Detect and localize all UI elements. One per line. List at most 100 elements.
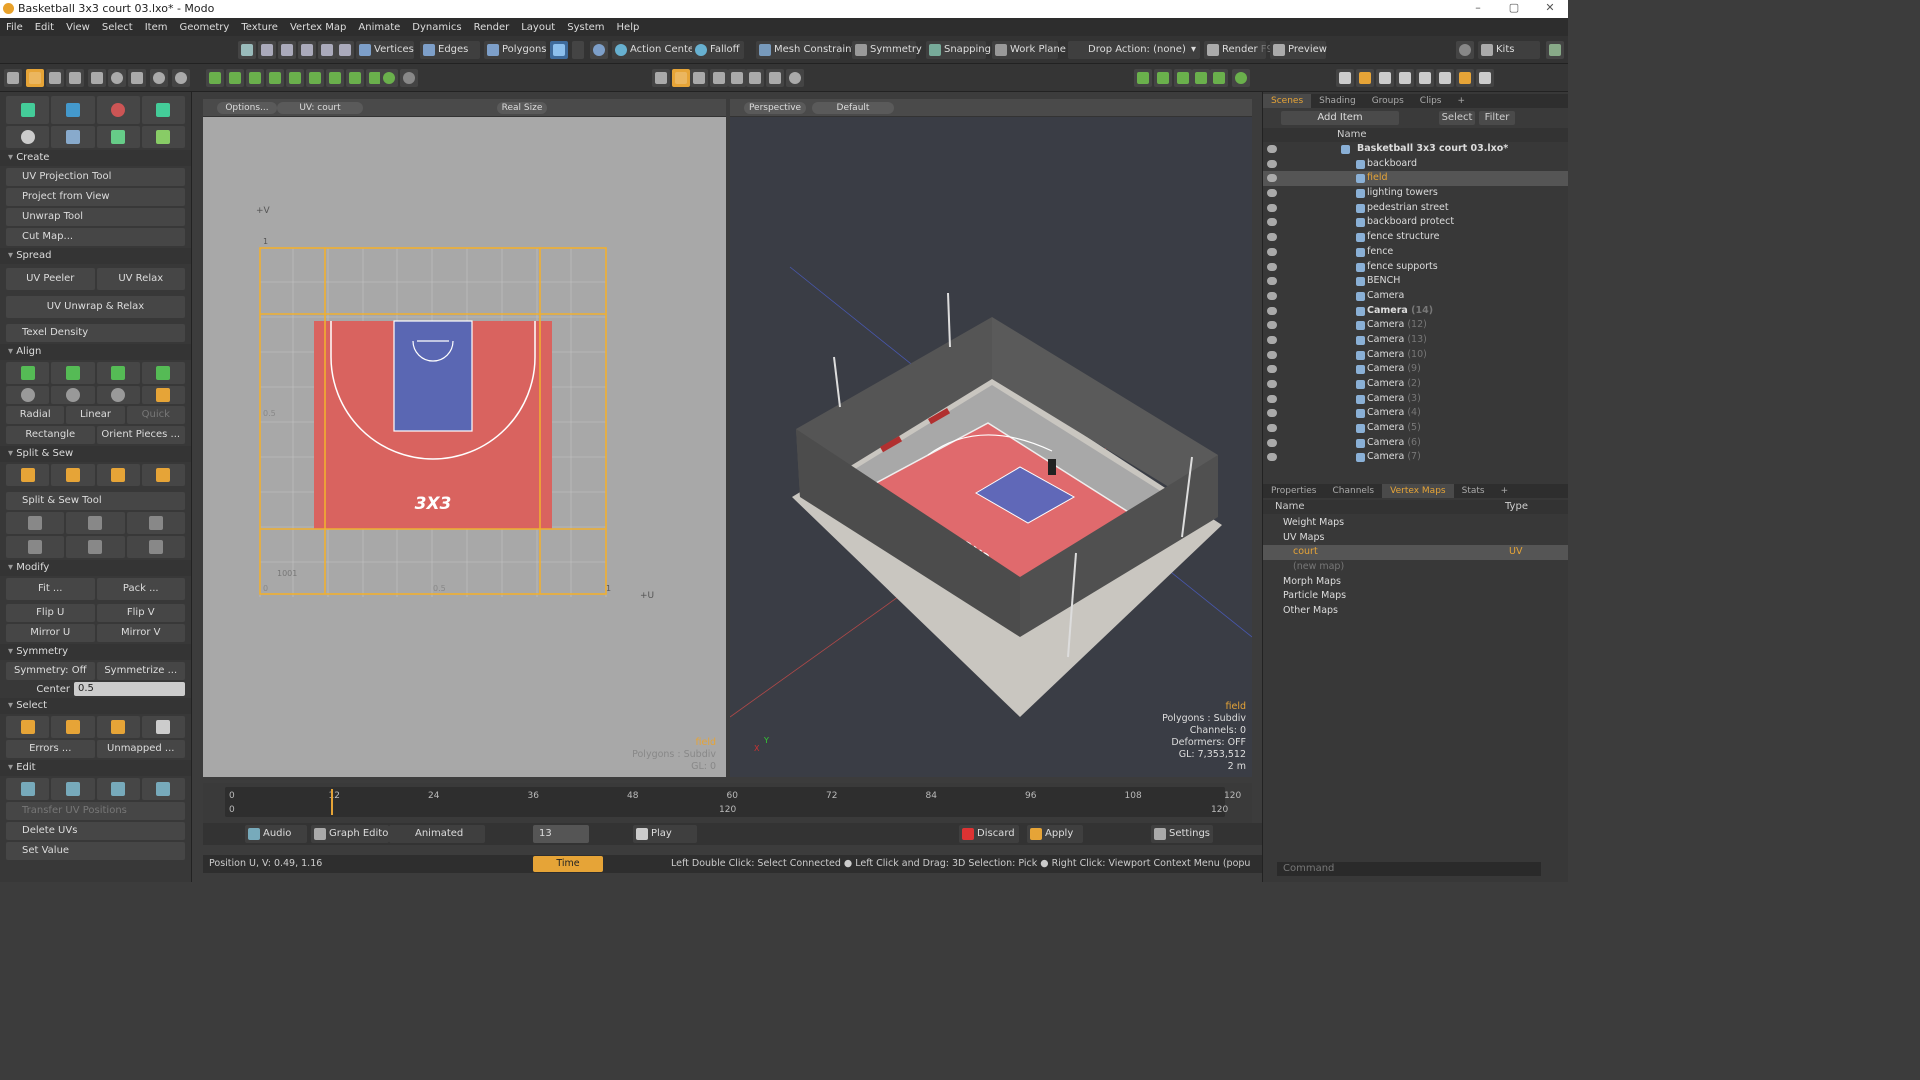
view-pen-icon[interactable] [690, 69, 708, 87]
tab-properties[interactable]: Properties [1263, 484, 1324, 498]
create-item[interactable]: Cut Map... [6, 228, 185, 246]
split-sew-tool-button[interactable]: Split & Sew Tool [6, 492, 185, 510]
align-right-icon[interactable] [141, 362, 185, 384]
shader-icon[interactable] [1396, 69, 1414, 87]
minimize-button[interactable]: – [1460, 0, 1496, 18]
transform-icon[interactable] [226, 69, 244, 87]
eye-icon[interactable] [1267, 203, 1277, 212]
scene-item[interactable]: Camera (9) [1263, 362, 1568, 377]
add-item-button[interactable]: Add Item [1281, 111, 1399, 125]
mirror-v-button[interactable]: Mirror V [96, 624, 185, 642]
frame-input[interactable]: 13 [533, 825, 589, 843]
eye-icon[interactable] [1267, 438, 1277, 447]
menu-animate[interactable]: Animate [352, 22, 406, 33]
select-3-icon[interactable] [96, 716, 140, 738]
item-mode-icon[interactable] [550, 41, 568, 59]
scene-item[interactable]: Camera (6) [1263, 436, 1568, 451]
tool-search-icon[interactable] [400, 69, 418, 87]
sew-5-icon[interactable] [66, 536, 125, 558]
box-tool-icon[interactable] [206, 69, 224, 87]
mirror-u-button[interactable]: Mirror U [6, 624, 95, 642]
uv-tool-2-icon[interactable] [51, 96, 95, 124]
uv-relax-button[interactable]: UV Relax [96, 268, 185, 290]
apply-button[interactable]: Apply [1027, 825, 1083, 843]
kits-button[interactable]: Kits [1478, 41, 1540, 59]
command-input[interactable]: Command [1277, 862, 1541, 876]
tab-channels[interactable]: Channels [1324, 484, 1382, 498]
radial-button[interactable]: Radial [6, 406, 65, 424]
view-add-icon[interactable] [786, 69, 804, 87]
scene-item[interactable]: field [1263, 171, 1568, 187]
eye-icon[interactable] [1267, 145, 1277, 153]
center-input[interactable]: 0.5 [74, 682, 185, 696]
select-button[interactable]: Select [1439, 111, 1475, 125]
eye-icon[interactable] [1267, 189, 1277, 198]
layout-toggle-icon[interactable] [1546, 41, 1564, 59]
eye-icon[interactable] [1267, 380, 1277, 388]
eye-icon[interactable] [1267, 159, 1277, 168]
bridge-icon[interactable] [306, 69, 324, 87]
eye-icon[interactable] [1267, 306, 1277, 315]
polygons-button[interactable]: Polygons [484, 41, 547, 59]
symmetrize-button[interactable]: Symmetrize ... [96, 662, 185, 680]
work-plane-button[interactable]: Work Plane [992, 41, 1066, 59]
eye-icon[interactable] [1267, 321, 1277, 330]
image-icon[interactable] [1192, 69, 1210, 87]
vmap-row[interactable]: Weight Maps [1263, 516, 1568, 531]
edit-section[interactable]: Edit [0, 760, 191, 776]
settings-button[interactable]: Settings [1151, 825, 1213, 843]
view-fit-icon[interactable] [766, 69, 784, 87]
unmapped-button[interactable]: Unmapped ... [96, 740, 185, 758]
scene-item[interactable]: fence [1263, 245, 1568, 260]
scene-item[interactable]: Camera (10) [1263, 348, 1568, 363]
split-3-icon[interactable] [96, 464, 140, 486]
menu-layout[interactable]: Layout [515, 22, 561, 33]
menu-geometry[interactable]: Geometry [173, 22, 235, 33]
shield-select-2-icon[interactable] [336, 41, 354, 59]
uv-map-select[interactable]: UV: court [277, 102, 363, 114]
scene-item[interactable]: pedestrian street [1263, 201, 1568, 216]
tab-groups[interactable]: Groups [1364, 94, 1412, 108]
view-grid-icon[interactable] [672, 69, 690, 87]
split-4-icon[interactable] [141, 464, 185, 486]
menu-vertex-map[interactable]: Vertex Map [284, 22, 352, 33]
env-icon[interactable] [1436, 69, 1454, 87]
menu-render[interactable]: Render [468, 22, 516, 33]
uv-viewport[interactable]: Options... UV: court Real Size 3X3 +V 1 … [203, 99, 726, 777]
bevel-icon[interactable] [246, 69, 264, 87]
pack-button[interactable]: Pack ... [96, 578, 185, 600]
transfer-uv-button[interactable]: Transfer UV Positions [6, 802, 185, 820]
uv-tool-3-icon[interactable] [96, 96, 140, 124]
menu-edit[interactable]: Edit [29, 22, 60, 33]
uv-canvas[interactable]: 3X3 +V 1 0.5 1001 0 0.5 1 +U [203, 117, 726, 777]
eye-icon[interactable] [1267, 174, 1277, 183]
vmap-row[interactable]: Morph Maps [1263, 575, 1568, 590]
box-icon[interactable] [1476, 69, 1494, 87]
preview-button[interactable]: Preview [1270, 41, 1327, 59]
eye-icon[interactable] [1267, 350, 1277, 359]
menu-view[interactable]: View [60, 22, 96, 33]
tab-vertex-maps[interactable]: Vertex Maps [1382, 484, 1454, 498]
drop-action-select[interactable]: Drop Action: (none) ▾ [1068, 41, 1200, 59]
rotate-cw-icon[interactable] [51, 386, 95, 404]
scene-item[interactable]: fence structure [1263, 230, 1568, 245]
tab-scenes[interactable]: Scenes [1263, 94, 1312, 108]
eye-icon[interactable] [1267, 218, 1277, 227]
eye-icon[interactable] [1267, 365, 1277, 374]
create-item[interactable]: Unwrap Tool [6, 208, 185, 226]
nodes-icon[interactable] [1210, 69, 1228, 87]
eye-icon[interactable] [1267, 424, 1277, 433]
render-button[interactable]: Render F9 [1204, 41, 1273, 59]
scene-item[interactable]: Camera (12) [1263, 318, 1568, 333]
paint-select-icon[interactable] [278, 41, 296, 59]
auto-select-icon[interactable] [590, 41, 608, 59]
menu-select[interactable]: Select [96, 22, 139, 33]
menu-dynamics[interactable]: Dynamics [406, 22, 467, 33]
action-center-button[interactable]: Action Center [612, 41, 698, 59]
layers-icon[interactable] [1154, 69, 1172, 87]
vmap-row[interactable]: court UV [1263, 545, 1568, 561]
scene-item[interactable]: Camera [1263, 289, 1568, 304]
orient-pieces-button[interactable]: Orient Pieces ... [96, 426, 185, 444]
rotate-90-icon[interactable] [96, 386, 140, 404]
scene-item[interactable]: lighting towers [1263, 186, 1568, 201]
